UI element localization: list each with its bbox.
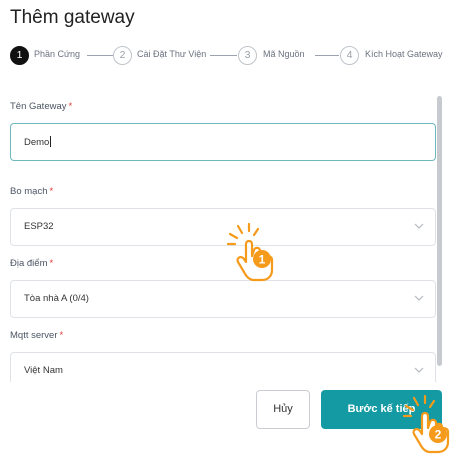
required-mark: * [59,330,64,341]
step-2-label[interactable]: Cài Đặt Thư Viện [137,49,206,59]
step-4-indicator[interactable]: 4 [340,46,359,65]
stepper: 1 Phần Cứng 2 Cài Đặt Thư Viện 3 Mã Nguồ… [10,46,458,66]
step-2-indicator[interactable]: 2 [113,46,132,65]
tap-marker-number: 2 [435,428,442,442]
tap-hand-icon: 1 [226,222,274,282]
required-mark: * [68,101,73,112]
gateway-name-input[interactable]: Demo [10,123,436,161]
step-3-label[interactable]: Mã Nguồn [263,49,305,59]
mqtt-server-value: Việt Nam [24,365,63,376]
step-connector [87,55,114,56]
step-1-label[interactable]: Phần Cứng [34,49,80,59]
step-1-indicator[interactable]: 1 [10,46,29,65]
step-4-label[interactable]: Kích Hoạt Gateway [365,49,443,59]
gateway-name-value: Demo [24,136,52,148]
tap-marker-number: 1 [259,253,266,267]
chevron-down-icon [414,295,424,301]
step-connector [315,55,339,56]
location-select[interactable]: Tòa nhà A (0/4) [10,280,436,318]
mqtt-server-select[interactable]: Việt Nam [10,352,436,382]
mqtt-server-label: Mqtt server * [10,330,64,341]
location-value: Tòa nhà A (0/4) [24,293,89,304]
board-value: ESP32 [24,221,54,232]
tap-hand-icon: 2 [402,394,450,454]
location-label: Địa điểm * [10,258,54,269]
chevron-down-icon [414,367,424,373]
cancel-button[interactable]: Hủy [256,390,310,429]
board-label: Bo mạch * [10,186,54,197]
step-3-indicator[interactable]: 3 [238,46,257,65]
step-connector [210,55,237,56]
chevron-down-icon [414,223,424,229]
required-mark: * [49,186,54,197]
required-mark: * [49,258,54,269]
page-title: Thêm gateway [10,7,135,28]
scrollbar[interactable] [437,96,442,366]
gateway-name-label: Tên Gateway * [10,101,73,112]
